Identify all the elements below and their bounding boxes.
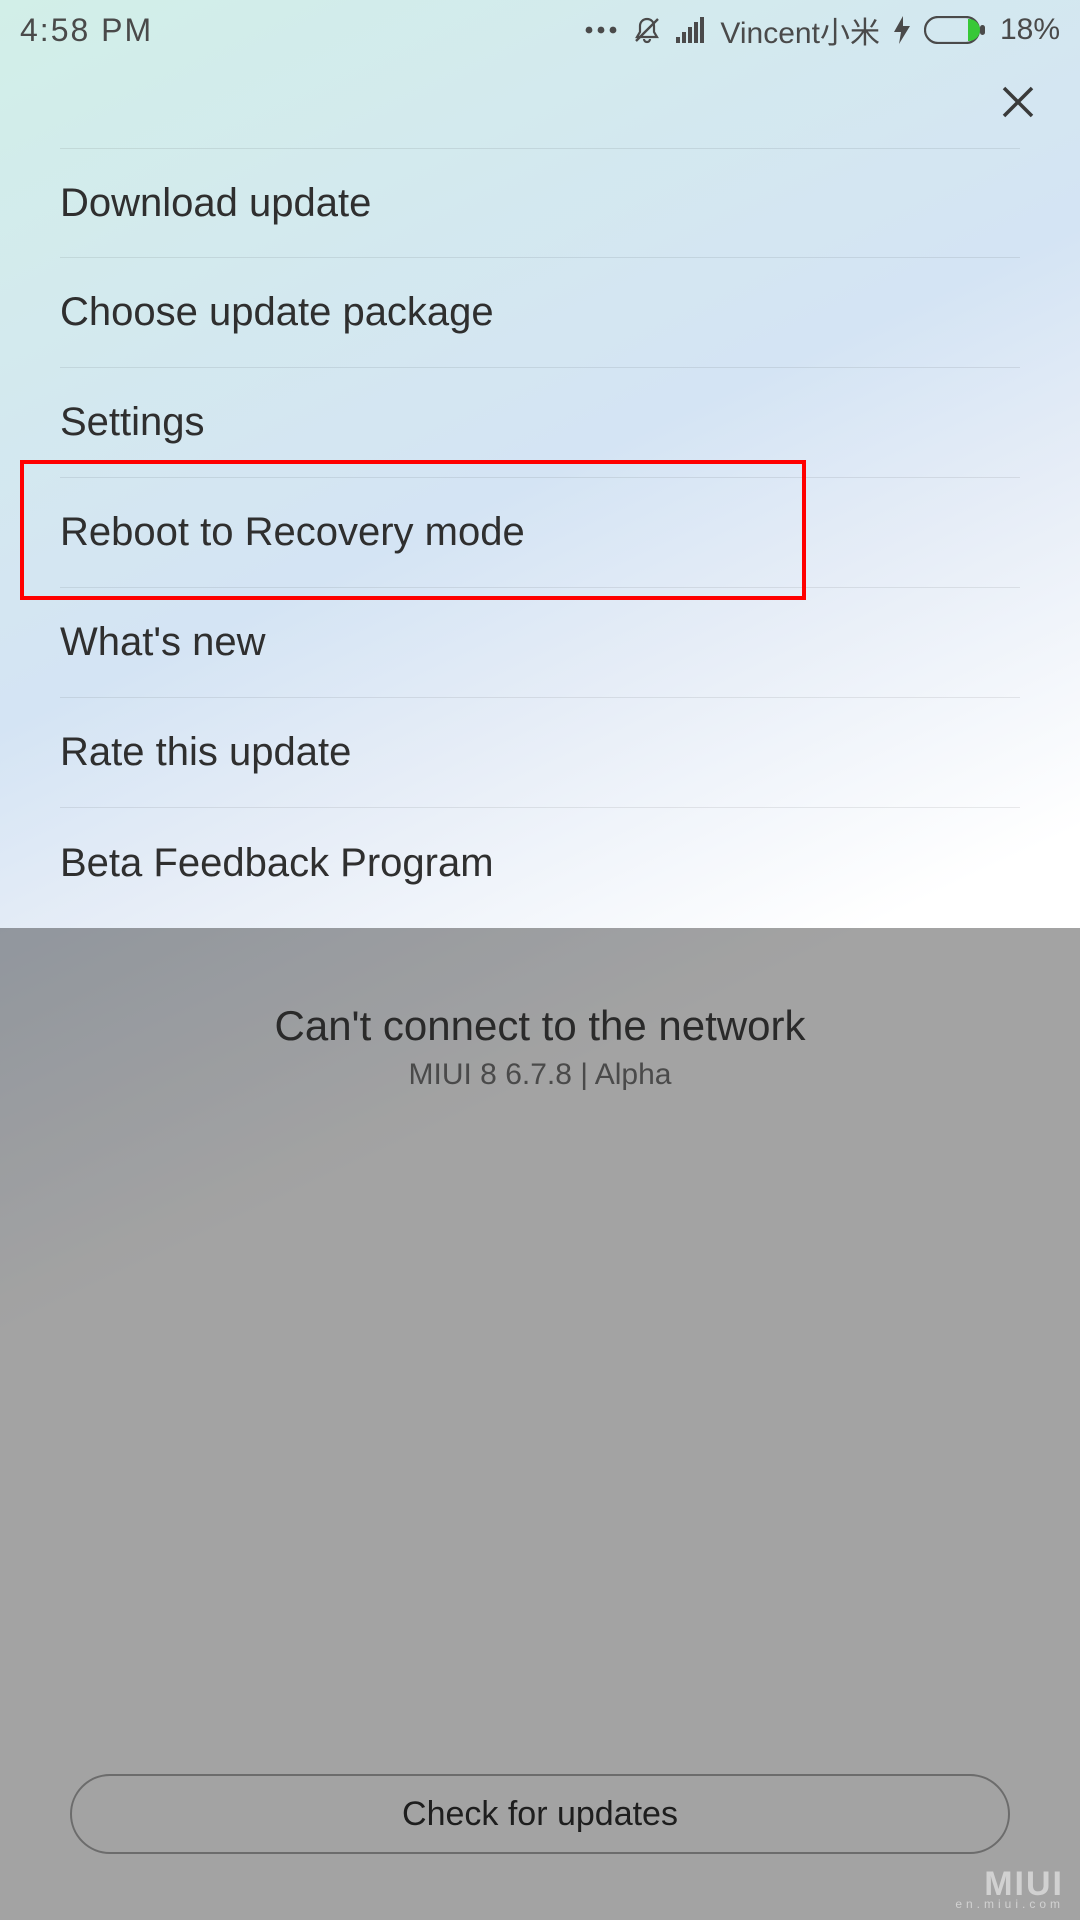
charging-bolt-icon — [894, 16, 910, 44]
menu-item-whats-new[interactable]: What's new — [60, 588, 1020, 698]
battery-percent: 18% — [1000, 13, 1060, 47]
check-for-updates-label: Check for updates — [402, 1795, 678, 1834]
battery-icon — [924, 16, 986, 44]
status-right: Vincent小米 18% — [584, 8, 1060, 52]
network-status-text: Can't connect to the network — [275, 1002, 806, 1050]
menu-list: Download update Choose update package Se… — [0, 148, 1080, 918]
menu-item-reboot-recovery[interactable]: Reboot to Recovery mode — [60, 478, 1020, 588]
menu-item-beta-feedback[interactable]: Beta Feedback Program — [60, 808, 1020, 918]
more-dots-icon — [584, 25, 618, 35]
watermark-sub: en.miui.com — [955, 1899, 1064, 1910]
menu-item-label: Reboot to Recovery mode — [60, 510, 525, 555]
check-for-updates-button[interactable]: Check for updates — [70, 1774, 1010, 1854]
carrier-label: Vincent小米 — [720, 8, 880, 52]
options-menu-panel: Download update Choose update package Se… — [0, 60, 1080, 918]
menu-item-choose-update-package[interactable]: Choose update package — [60, 258, 1020, 368]
version-text: MIUI 8 6.7.8 | Alpha — [409, 1058, 672, 1092]
mute-icon — [632, 15, 662, 45]
menu-item-label: Settings — [60, 400, 205, 445]
signal-icon — [676, 17, 706, 43]
menu-item-label: Download update — [60, 181, 371, 226]
menu-item-label: Rate this update — [60, 730, 351, 775]
status-time: 4:58 PM — [20, 12, 153, 49]
menu-item-label: Choose update package — [60, 290, 494, 335]
status-bar: 4:58 PM Vince — [0, 0, 1080, 60]
close-icon — [998, 82, 1038, 127]
updater-main-area: Can't connect to the network MIUI 8 6.7.… — [0, 928, 1080, 1920]
menu-item-settings[interactable]: Settings — [60, 368, 1020, 478]
close-button[interactable] — [994, 80, 1042, 128]
menu-item-rate-this-update[interactable]: Rate this update — [60, 698, 1020, 808]
menu-item-download-update[interactable]: Download update — [60, 148, 1020, 258]
menu-item-label: What's new — [60, 620, 266, 665]
watermark: MIUI en.miui.com — [955, 1869, 1064, 1910]
menu-item-label: Beta Feedback Program — [60, 841, 494, 886]
